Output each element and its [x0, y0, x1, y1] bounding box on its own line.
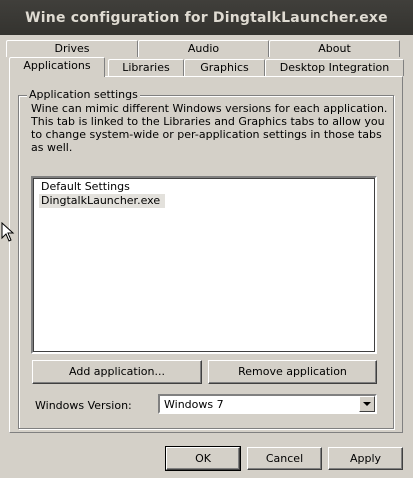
list-item-selected[interactable]: DingtalkLauncher.exe	[39, 194, 165, 208]
list-item[interactable]: Default Settings	[39, 180, 132, 194]
tab-libraries[interactable]: Libraries	[108, 59, 184, 76]
tab-drives[interactable]: Drives	[6, 40, 138, 57]
windows-version-label: Windows Version:	[35, 399, 132, 412]
tab-applications[interactable]: Applications	[9, 57, 105, 77]
ok-button[interactable]: OK	[165, 446, 241, 471]
group-legend: Application settings	[27, 88, 140, 101]
add-application-button[interactable]: Add application...	[32, 360, 202, 384]
tab-audio[interactable]: Audio	[138, 40, 269, 57]
tab-about[interactable]: About	[269, 40, 400, 57]
description-text: Wine can mimic different Windows version…	[31, 102, 388, 154]
tab-graphics[interactable]: Graphics	[184, 59, 265, 76]
tab-desktop-integration[interactable]: Desktop Integration	[265, 59, 404, 76]
remove-application-button[interactable]: Remove application	[208, 360, 377, 384]
application-list[interactable]: Default Settings DingtalkLauncher.exe	[31, 176, 377, 354]
dropdown-arrow-icon[interactable]	[359, 396, 375, 412]
cancel-button[interactable]: Cancel	[247, 447, 322, 470]
windows-version-value: Windows 7	[164, 398, 224, 411]
apply-button[interactable]: Apply	[328, 447, 403, 470]
mouse-cursor-icon	[1, 222, 15, 242]
windows-version-select[interactable]: Windows 7	[158, 394, 377, 414]
window-titlebar[interactable]: Wine configuration for DingtalkLauncher.…	[0, 0, 413, 35]
window-title: Wine configuration for DingtalkLauncher.…	[25, 9, 388, 26]
